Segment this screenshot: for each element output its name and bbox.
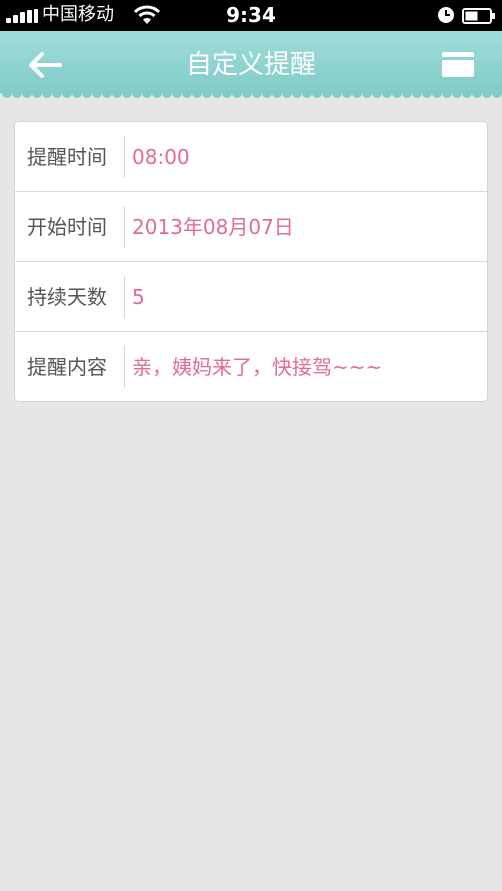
start-date-value[interactable]: 2013年08月07日 bbox=[132, 192, 294, 262]
save-button[interactable] bbox=[438, 48, 478, 82]
save-icon bbox=[442, 52, 474, 77]
header-background bbox=[0, 31, 502, 98]
alarm-clock-icon bbox=[438, 7, 454, 23]
status-bar: 中国移动 9:34 bbox=[0, 0, 502, 31]
row-label: 提醒内容 bbox=[27, 355, 107, 379]
header-bar: 自定义提醒 bbox=[0, 31, 502, 99]
form-row-reminder-time[interactable]: 提醒时间 08:00 bbox=[15, 122, 487, 192]
status-time: 9:34 bbox=[226, 3, 276, 27]
duration-days-value[interactable]: 5 bbox=[132, 262, 145, 332]
form-row-reminder-content[interactable]: 提醒内容 亲，姨妈来了，快接驾~~~ bbox=[15, 332, 487, 402]
row-divider bbox=[124, 136, 125, 178]
row-label: 提醒时间 bbox=[27, 145, 107, 169]
reminder-time-value[interactable]: 08:00 bbox=[132, 122, 190, 192]
row-divider bbox=[124, 206, 125, 248]
row-divider bbox=[124, 276, 125, 318]
form-row-duration-days[interactable]: 持续天数 5 bbox=[15, 262, 487, 332]
form-row-start-date[interactable]: 开始时间 2013年08月07日 bbox=[15, 192, 487, 262]
row-label: 持续天数 bbox=[27, 285, 107, 309]
reminder-content-value[interactable]: 亲，姨妈来了，快接驾~~~ bbox=[132, 332, 382, 402]
battery-icon bbox=[462, 8, 495, 24]
back-button[interactable] bbox=[22, 47, 68, 83]
reminder-form: 提醒时间 08:00 开始时间 2013年08月07日 持续天数 5 提醒内容 … bbox=[14, 121, 488, 402]
row-label: 开始时间 bbox=[27, 215, 107, 239]
arrow-left-icon bbox=[29, 52, 62, 78]
row-divider bbox=[124, 346, 125, 388]
